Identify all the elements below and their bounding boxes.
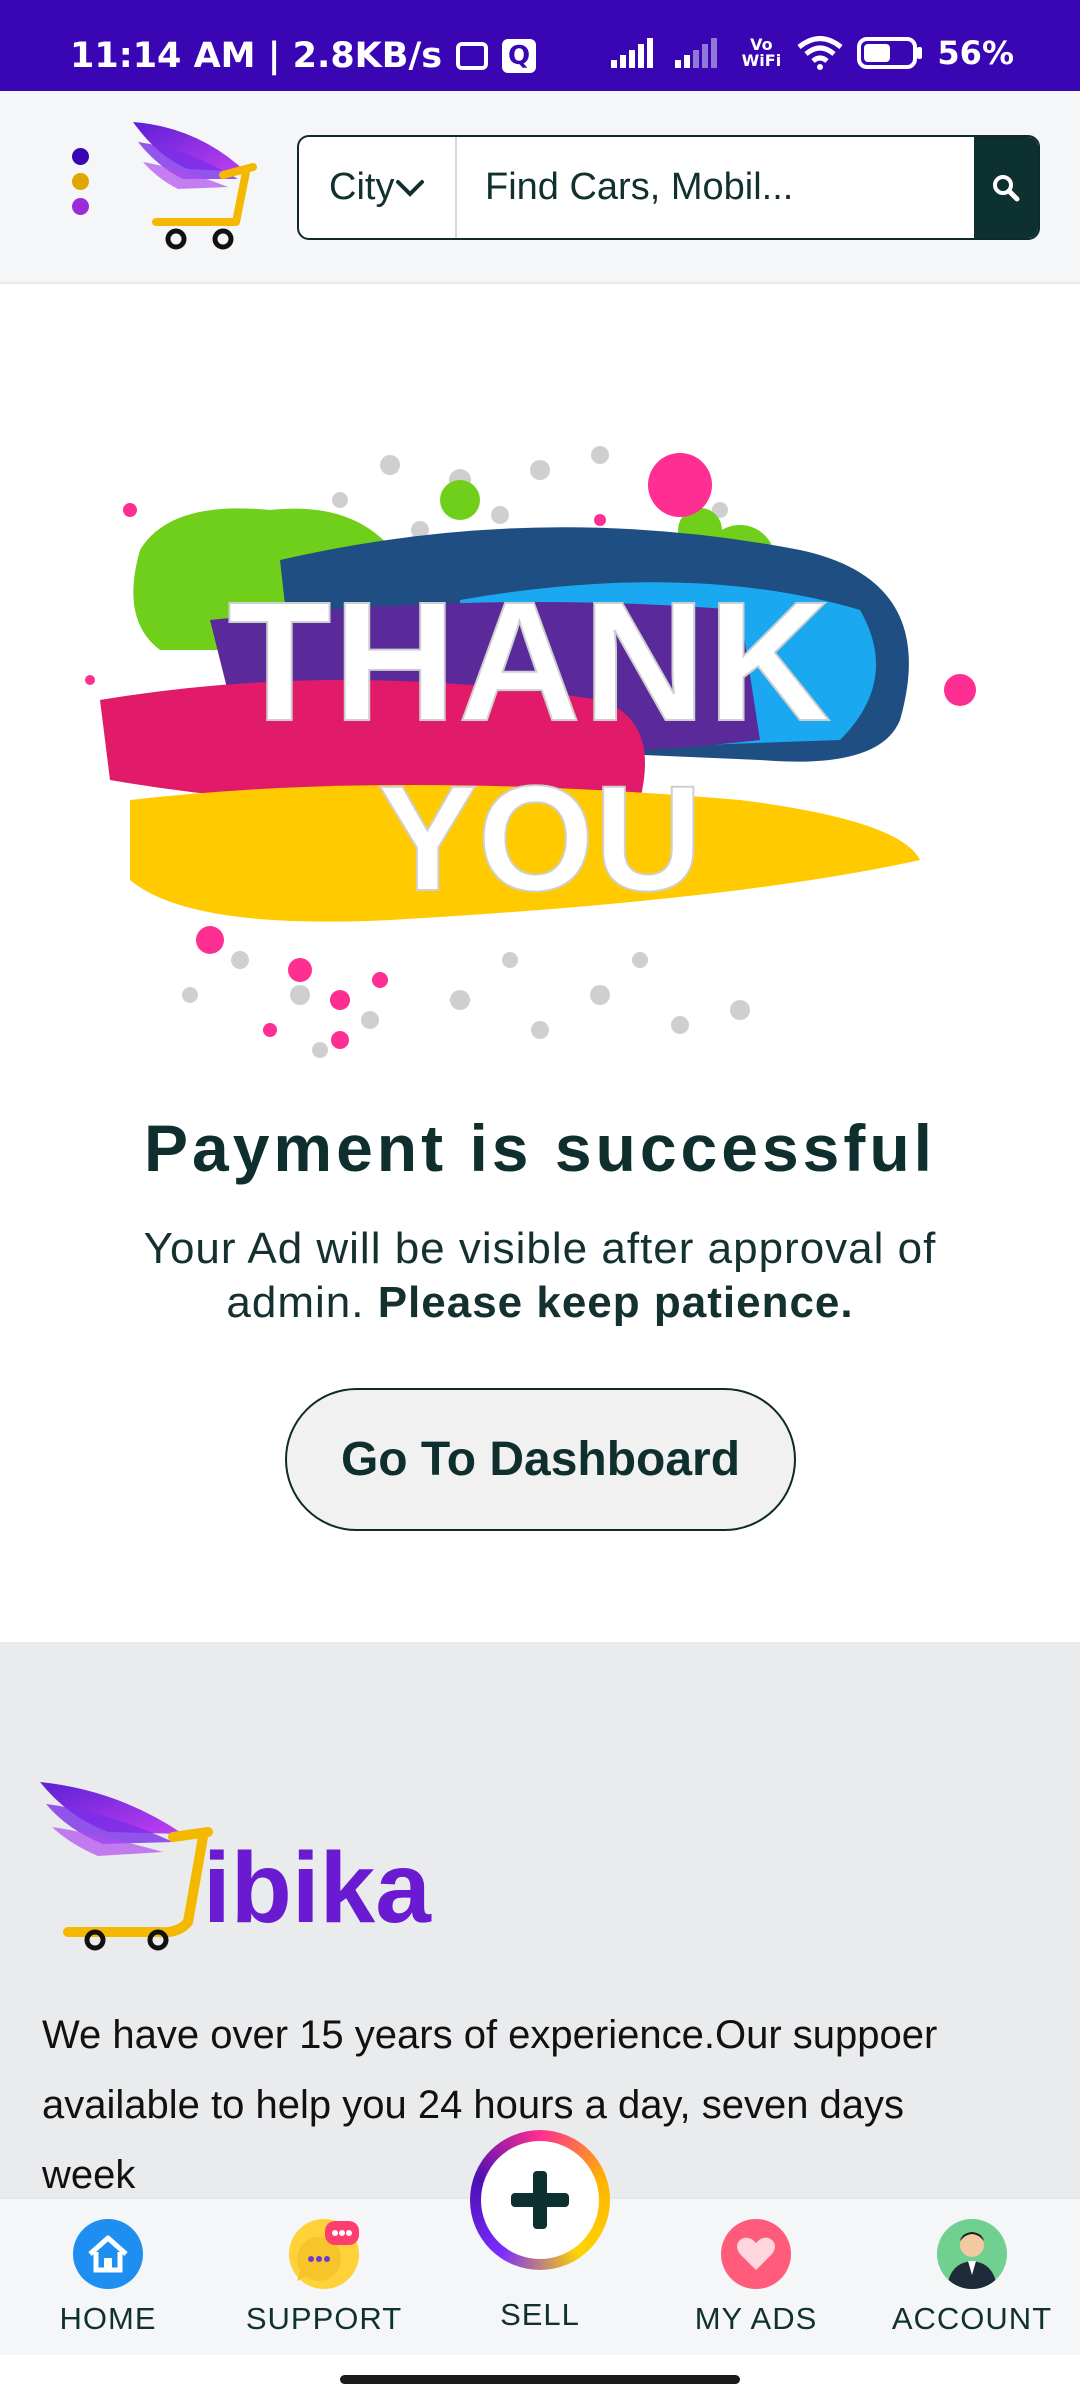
home-indicator[interactable] [340, 2375, 740, 2384]
status-bar: 11:14 AM | 2.8KB/s Q Vo WiFi 56% [0, 0, 1080, 91]
account-avatar-icon [937, 2219, 1007, 2289]
home-icon [73, 2219, 143, 2289]
status-left: 11:14 AM | 2.8KB/s Q [70, 36, 537, 76]
search-input[interactable] [457, 137, 974, 238]
sell-fab-inner [481, 2141, 599, 2259]
chevron-down-icon [396, 179, 424, 197]
heart-icon [721, 2219, 791, 2289]
battery-icon [857, 37, 923, 69]
nav-account-label: ACCOUNT [891, 2301, 1053, 2336]
footer-logo[interactable]: ibika [38, 1772, 458, 1952]
footer-brand-text: ibika [203, 1832, 432, 1944]
search-icon [993, 174, 1020, 201]
city-dropdown[interactable]: City [299, 137, 457, 238]
nav-home[interactable]: HOME [18, 2219, 198, 2337]
nav-support-label: SUPPORT [245, 2301, 403, 2336]
nav-support[interactable]: SUPPORT [234, 2219, 414, 2337]
nav-sell[interactable]: SELL [450, 2297, 630, 2333]
menu-dots-icon[interactable] [72, 148, 92, 215]
banner-thank-text: THANK [228, 567, 833, 757]
notification-icon [456, 42, 489, 70]
logo-cart-icon[interactable] [128, 117, 268, 257]
battery-percent: 56% [937, 34, 1014, 72]
nav-account[interactable]: ACCOUNT [882, 2219, 1062, 2337]
banner-you-text: YOU [377, 754, 702, 922]
search-bar: City [297, 135, 1040, 240]
signal-icon [611, 38, 654, 68]
go-to-dashboard-button[interactable]: Go To Dashboard [285, 1388, 796, 1531]
nav-home-label: HOME [59, 2301, 157, 2336]
wifi-icon [797, 36, 843, 70]
payment-success-title: Payment is successful [143, 1111, 937, 1185]
plus-icon [511, 2171, 569, 2229]
vowifi-label: Vo WiFi [741, 35, 782, 70]
approval-message-bold: Please keep patience. [377, 1278, 854, 1327]
thank-you-banner: THANK YOU [85, 446, 976, 1058]
search-button[interactable] [974, 137, 1038, 238]
menu-dot [72, 173, 89, 190]
nav-my-ads-label: MY ADS [694, 2301, 818, 2336]
signal-2-icon [675, 38, 718, 68]
footer: ibika We have over 15 years of experienc… [0, 1642, 1080, 2202]
nav-sell-label: SELL [500, 2297, 580, 2332]
sell-fab-button[interactable] [470, 2130, 610, 2270]
app-header: City [0, 91, 1080, 284]
status-right: Vo WiFi 56% [611, 34, 1014, 72]
support-chat-icon [289, 2219, 359, 2289]
approval-message: Your Ad will be visible after approval o… [90, 1222, 990, 1330]
app-q-icon: Q [502, 39, 537, 73]
nav-my-ads[interactable]: MY ADS [666, 2219, 846, 2337]
city-label: City [329, 166, 395, 208]
menu-dot [72, 148, 89, 165]
menu-dot [72, 198, 89, 215]
status-time: 11:14 AM | 2.8KB/s [70, 36, 443, 76]
